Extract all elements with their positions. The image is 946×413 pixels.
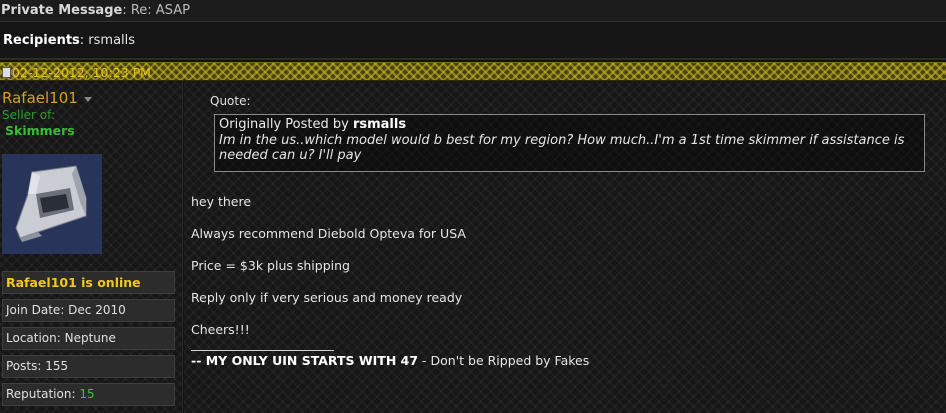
recipients-label: Recipients <box>3 33 80 48</box>
user-group: Skimmers <box>5 123 75 138</box>
join-date: Join Date: Dec 2010 <box>2 299 175 322</box>
signature-text: - Don't be Ripped by Fakes <box>418 353 590 368</box>
recipients-value[interactable]: rsmalls <box>88 33 135 48</box>
post-count: Posts: 155 <box>2 355 175 378</box>
signature: -- MY ONLY UIN STARTS WITH 47 - Don't be… <box>191 353 589 368</box>
chevron-down-icon[interactable] <box>84 97 92 102</box>
message-line: Price = $3k plus shipping <box>191 258 350 273</box>
title-separator: : <box>122 3 131 18</box>
online-status: Rafael101 is online now <box>2 271 175 311</box>
reputation-label: Reputation: <box>6 387 80 401</box>
quote-posted-by: Originally Posted by <box>219 117 353 132</box>
quote-label: Quote: <box>210 94 251 108</box>
user-sidebar: Rafael101 Seller of: Skimmers Rafael101 … <box>0 81 183 413</box>
reputation: Reputation: 15 <box>2 383 175 406</box>
post-date: 02-12-2012, 10:23 PM <box>12 65 151 80</box>
user-title: Seller of: <box>2 108 55 122</box>
signature-divider <box>191 350 334 351</box>
quote-author[interactable]: rsmalls <box>353 117 406 132</box>
message-line: Reply only if very serious and money rea… <box>191 290 463 305</box>
post-icon <box>2 67 11 78</box>
message-content: Quote: Originally Posted by rsmalls Im i… <box>184 81 946 413</box>
post-date-bar: 02-12-2012, 10:23 PM <box>0 62 946 81</box>
message-line: Cheers!!! <box>191 322 250 337</box>
reputation-value: 15 <box>79 387 95 401</box>
quote-box: Originally Posted by rsmalls Im in the u… <box>214 114 925 172</box>
username-link[interactable]: Rafael101 <box>2 89 78 107</box>
atm-fascia-image <box>15 165 87 242</box>
signature-bold: -- MY ONLY UIN STARTS WITH 47 <box>191 353 419 368</box>
title-bar: Private Message: Re: ASAP <box>0 0 946 22</box>
recipients-bar: Recipients: rsmalls <box>0 22 946 60</box>
location: Location: Neptune <box>2 327 175 350</box>
avatar[interactable] <box>2 154 102 254</box>
quote-text: Im in the us..which model would b best f… <box>219 132 905 164</box>
message-subject: Re: ASAP <box>130 3 190 18</box>
message-line: hey there <box>191 194 252 209</box>
message-line: Always recommend Diebold Opteva for USA <box>191 226 466 241</box>
page-title-label: Private Message <box>1 3 123 18</box>
quote-author-line: Originally Posted by rsmalls <box>219 117 920 133</box>
